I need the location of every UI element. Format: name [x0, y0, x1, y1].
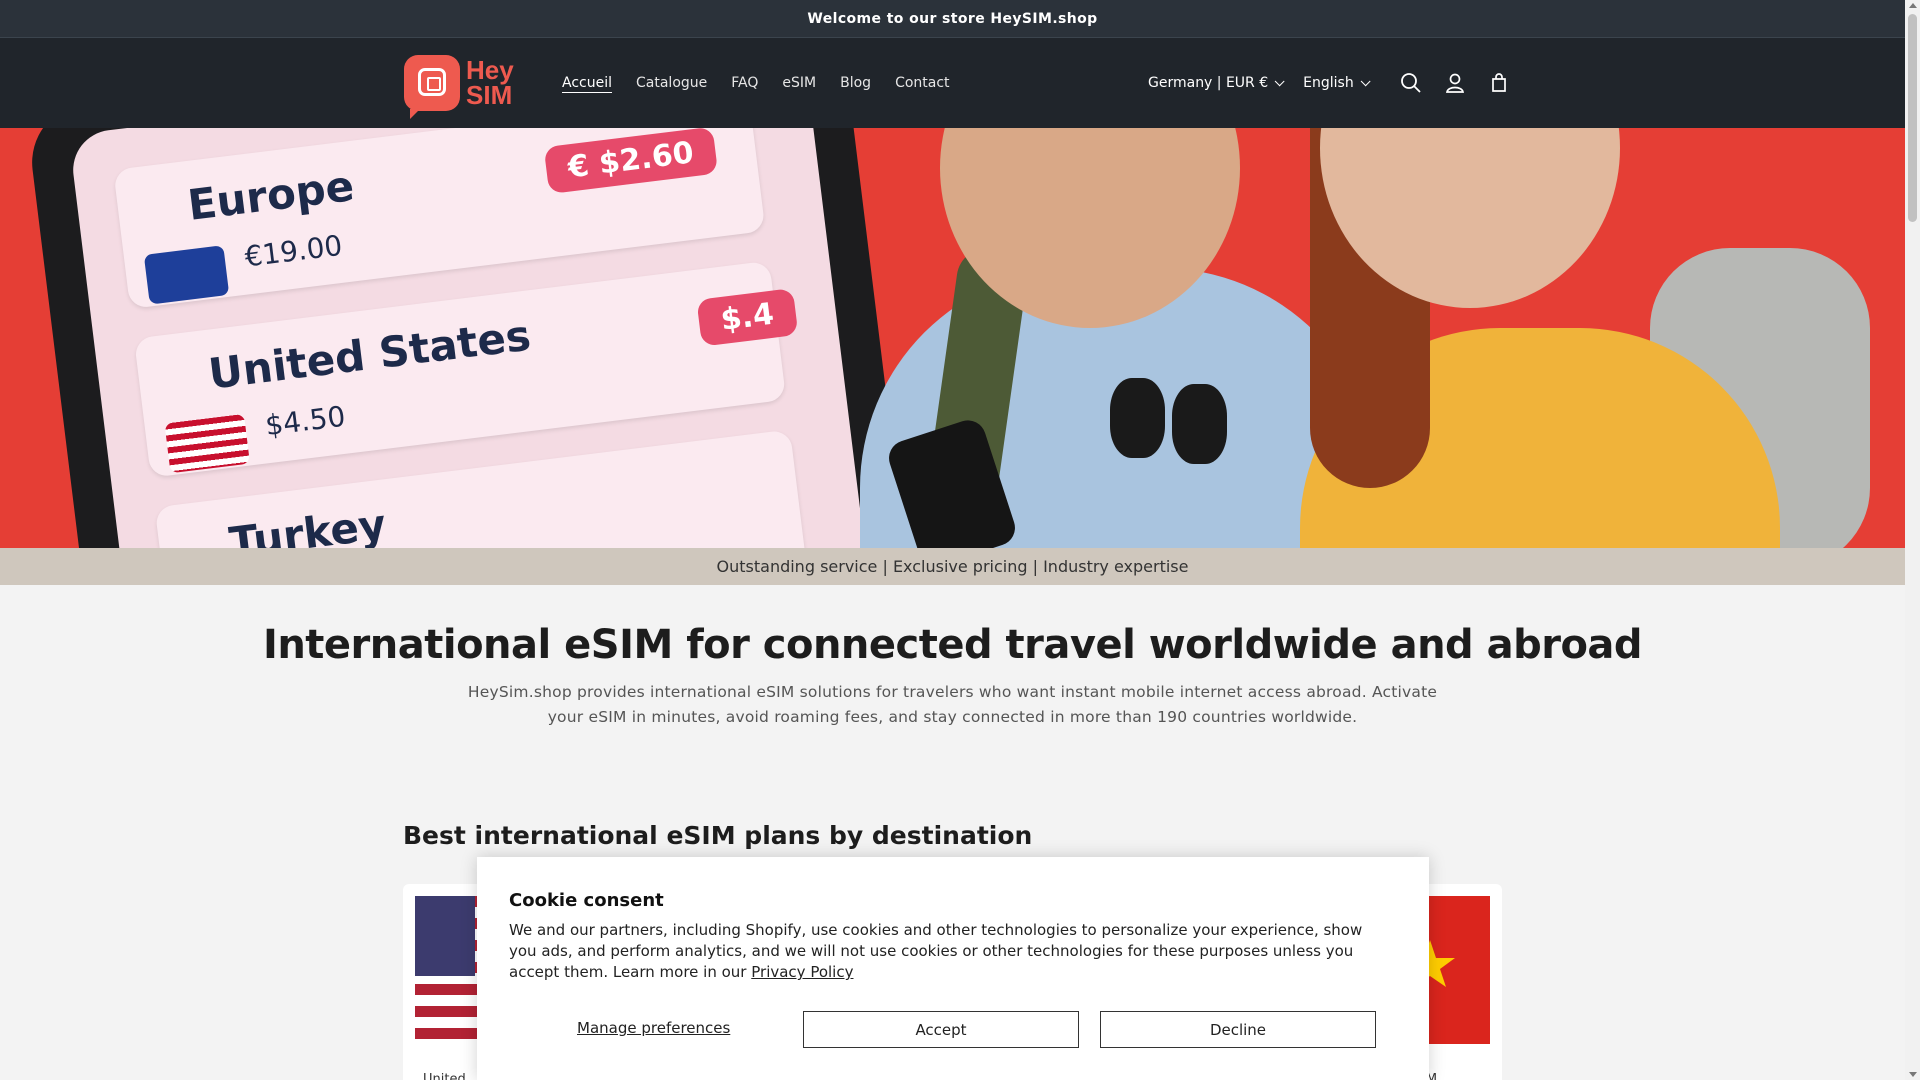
us-flag-icon [164, 413, 251, 474]
usp-text: Outstanding service | Exclusive pricing … [716, 557, 1189, 576]
nav-link-accueil[interactable]: Accueil [562, 75, 612, 91]
nav-link-blog[interactable]: Blog [840, 75, 871, 91]
hero-banner: Europe €19.00 € $2.60 United States $4.5… [0, 128, 1905, 548]
page-scrollbar[interactable] [1905, 0, 1920, 1080]
cookie-text: We and our partners, including Shopify, … [509, 921, 1363, 981]
hero-card-destination: Turkey [226, 499, 389, 548]
country-selector[interactable]: Germany | EUR € [1148, 75, 1285, 91]
hero-card-price: €19.00 [242, 228, 345, 274]
hero-card-pill: € $2.60 [543, 128, 719, 195]
usp-bar: Outstanding service | Exclusive pricing … [0, 548, 1905, 585]
hero-travelers-photo [860, 128, 1905, 548]
cookie-consent-dialog: Cookie consent We and our partners, incl… [477, 857, 1429, 1080]
language-selector-label: English [1303, 75, 1354, 91]
sim-logo-icon [404, 55, 460, 119]
intro-text: HeySim.shop provides international eSIM … [467, 683, 1438, 726]
site-header: Hey SIM Accueil Catalogue FAQ eSIM Blog … [0, 38, 1905, 128]
header-actions: Germany | EUR € English [1148, 38, 1521, 128]
nav-link-contact[interactable]: Contact [895, 75, 949, 91]
privacy-policy-link[interactable]: Privacy Policy [751, 963, 853, 981]
announcement-text: Welcome to our store HeySIM.shop [807, 10, 1098, 27]
account-icon[interactable] [1433, 61, 1477, 105]
language-selector[interactable]: English [1303, 75, 1371, 91]
logo[interactable]: Hey SIM [404, 54, 514, 119]
nav-link-catalogue[interactable]: Catalogue [636, 75, 707, 91]
hero-card-destination: Europe [185, 161, 357, 230]
section-title: Best international eSIM plans by destina… [403, 821, 1033, 850]
cookie-title: Cookie consent [509, 890, 664, 911]
search-icon[interactable] [1389, 61, 1433, 105]
cart-icon[interactable] [1477, 61, 1521, 105]
page-title: International eSIM for connected travel … [262, 622, 1643, 668]
hero-card-pill: $.4 [696, 288, 799, 347]
chevron-down-icon [1274, 75, 1285, 86]
accept-button[interactable]: Accept [803, 1011, 1079, 1048]
hero-phone-illustration: Europe €19.00 € $2.60 United States $4.5… [25, 128, 915, 548]
chevron-down-icon [1360, 75, 1371, 86]
scrollbar-thumb[interactable] [1908, 14, 1917, 222]
hero-card-price: $4.50 [263, 399, 348, 443]
country-selector-label: Germany | EUR € [1148, 75, 1269, 91]
scroll-down-icon[interactable] [1909, 1072, 1917, 1077]
logo-text: Hey SIM [466, 55, 514, 110]
nav-link-faq[interactable]: FAQ [731, 75, 758, 91]
hero-card-destination: United States [205, 310, 534, 399]
decline-button[interactable]: Decline [1100, 1011, 1376, 1048]
product-card-label: United [423, 1072, 466, 1080]
sunglasses-image [1110, 378, 1230, 468]
eu-flag-icon [143, 245, 230, 305]
main-nav: Accueil Catalogue FAQ eSIM Blog Contact [562, 38, 974, 128]
announcement-bar: Welcome to our store HeySIM.shop [0, 0, 1905, 38]
nav-link-esim[interactable]: eSIM [782, 75, 816, 91]
scroll-up-icon[interactable] [1909, 3, 1917, 8]
manage-preferences-link[interactable]: Manage preferences [577, 1019, 730, 1037]
